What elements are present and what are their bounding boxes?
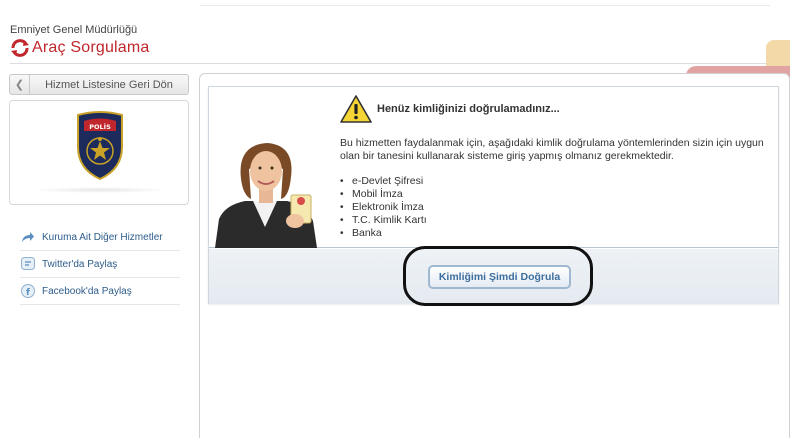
arac-logo-icon <box>11 39 29 57</box>
support-woman-illustration <box>215 143 317 248</box>
chevron-left-icon: ❮ <box>10 75 30 94</box>
institution-logo-box: POLİS <box>9 100 189 205</box>
police-emblem-icon: POLİS <box>77 111 123 181</box>
list-item: Elektronik İmza <box>340 201 427 214</box>
notice-description: Bu hizmetten faydalanmak için, aşağıdaki… <box>340 137 764 162</box>
logo-shadow <box>30 187 170 193</box>
twitter-icon <box>20 256 36 272</box>
sidebar-link-label: Facebook'da Paylaş <box>42 285 132 297</box>
warning-icon <box>340 95 372 123</box>
header-divider <box>10 63 770 64</box>
page-title: Araç Sorgulama <box>32 39 150 56</box>
sidebar-item-facebook-share[interactable]: f Facebook'da Paylaş <box>20 278 180 305</box>
sidebar-item-twitter-share[interactable]: Twitter'da Paylaş <box>20 251 180 278</box>
top-strip <box>200 0 770 6</box>
sidebar-links: Kuruma Ait Diğer Hizmetler Twitter'da Pa… <box>20 224 180 305</box>
back-to-service-list-button[interactable]: ❮ Hizmet Listesine Geri Dön <box>9 74 189 95</box>
authentication-methods-list: e-Devlet Şifresi Mobil İmza Elektronik İ… <box>340 175 427 240</box>
page-header: Araç Sorgulama <box>10 39 150 57</box>
notice-action-bar: Kimliğimi Şimdi Doğrula <box>209 249 778 304</box>
list-item: Banka <box>340 227 427 240</box>
verify-identity-button[interactable]: Kimliğimi Şimdi Doğrula <box>428 265 571 289</box>
svg-text:f: f <box>26 288 30 298</box>
back-button-label: Hizmet Listesine Geri Dön <box>45 78 173 91</box>
sidebar-link-label: Kuruma Ait Diğer Hizmetler <box>42 231 163 243</box>
list-item: e-Devlet Şifresi <box>340 175 427 188</box>
notice-body: Henüz kimliğinizi doğrulamadınız... Bu h… <box>209 87 778 248</box>
share-arrow-icon <box>20 229 36 245</box>
notice-title: Henüz kimliğinizi doğrulamadınız... <box>377 103 560 115</box>
svg-text:POLİS: POLİS <box>89 122 111 131</box>
sidebar-link-label: Twitter'da Paylaş <box>42 258 118 270</box>
facebook-icon: f <box>20 283 36 299</box>
sidebar-item-other-services[interactable]: Kuruma Ait Diğer Hizmetler <box>20 224 180 251</box>
list-item: Mobil İmza <box>340 188 427 201</box>
authentication-notice-card: Henüz kimliğinizi doğrulamadınız... Bu h… <box>208 86 779 304</box>
list-item: T.C. Kimlik Kartı <box>340 214 427 227</box>
organization-name: Emniyet Genel Müdürlüğü <box>10 24 138 36</box>
